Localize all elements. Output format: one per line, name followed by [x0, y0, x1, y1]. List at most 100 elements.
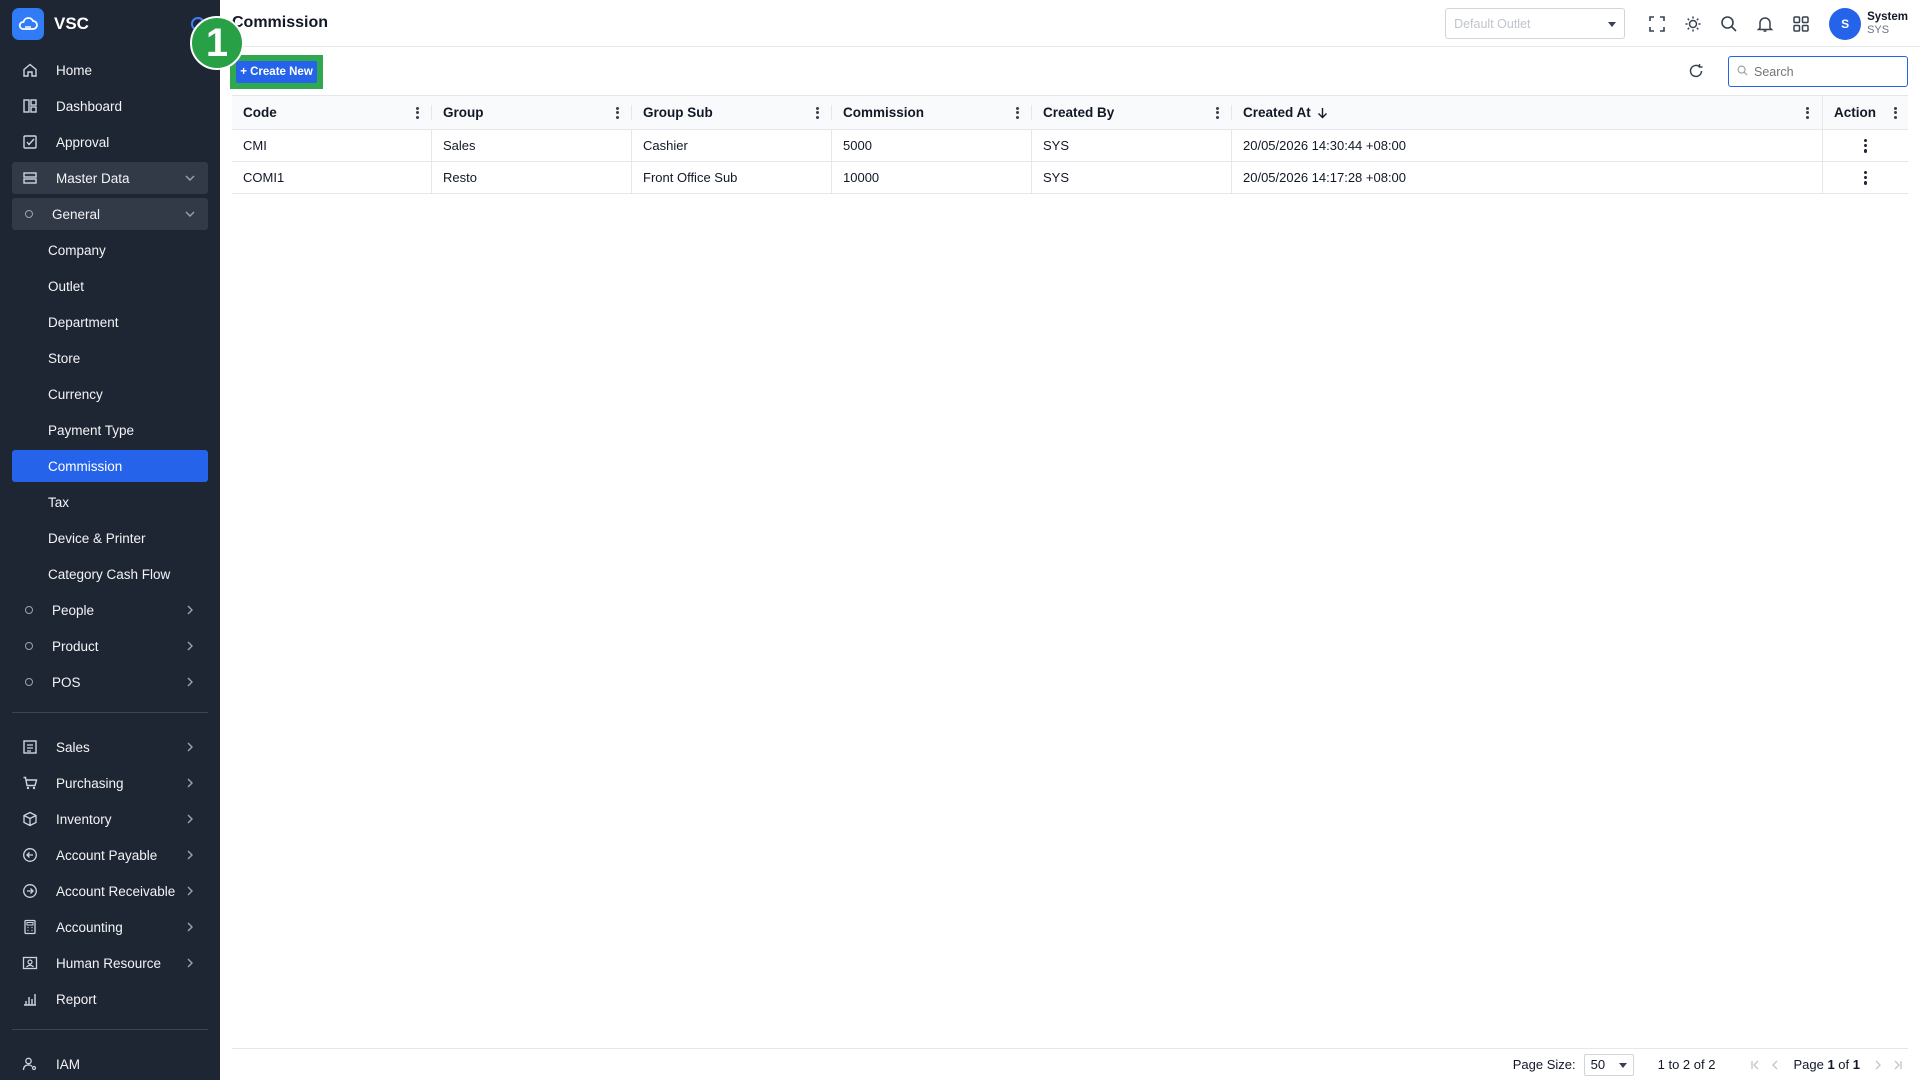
- row-actions-icon[interactable]: [1863, 170, 1868, 185]
- column-header-created-at[interactable]: Created At: [1232, 96, 1822, 129]
- bullet-icon: [25, 210, 33, 218]
- column-menu-icon[interactable]: [1894, 106, 1898, 119]
- last-page-icon[interactable]: [1888, 1060, 1908, 1070]
- cell-commission: 10000: [832, 162, 1032, 193]
- commission-table: Code Group Group Sub Commission Created …: [232, 95, 1908, 194]
- sun-icon[interactable]: [1675, 6, 1711, 42]
- column-header-code[interactable]: Code: [232, 96, 432, 129]
- page-size-select[interactable]: 50: [1583, 1053, 1634, 1076]
- next-page-icon[interactable]: [1868, 1060, 1888, 1070]
- column-header-group-sub[interactable]: Group Sub: [632, 96, 832, 129]
- sidebar-item-label: Report: [56, 991, 97, 1007]
- sidebar-item-label: Account Receivable: [56, 883, 176, 899]
- sidebar-item-sales[interactable]: Sales: [12, 731, 208, 763]
- bell-icon[interactable]: [1747, 6, 1783, 42]
- sidebar-item-category-cash-flow[interactable]: Category Cash Flow: [12, 558, 208, 590]
- sidebar-item-purchasing[interactable]: Purchasing: [12, 767, 208, 799]
- sidebar-item-label: Device & Printer: [48, 530, 146, 546]
- user-menu[interactable]: S System SYS: [1829, 7, 1908, 40]
- create-new-button[interactable]: + Create New: [236, 61, 317, 83]
- previous-page-icon[interactable]: [1765, 1060, 1785, 1070]
- cell-action: [1822, 130, 1908, 161]
- sidebar-item-payment-type[interactable]: Payment Type: [12, 414, 208, 446]
- table-row[interactable]: CMI Sales Cashier 5000 SYS 20/05/2026 14…: [232, 130, 1908, 162]
- refresh-icon[interactable]: [1684, 59, 1708, 83]
- sidebar-nav: Home Dashboard Approval Master Data Gene…: [12, 54, 208, 1080]
- id-card-icon: [20, 953, 40, 973]
- apps-grid-icon[interactable]: [1783, 6, 1819, 42]
- chevron-right-icon: [184, 812, 198, 826]
- sidebar-item-approval[interactable]: Approval: [12, 126, 208, 158]
- cell-group-sub: Front Office Sub: [632, 162, 832, 193]
- sidebar-item-account-receivable[interactable]: Account Receivable: [12, 875, 208, 907]
- column-header-commission[interactable]: Commission: [832, 96, 1032, 129]
- bar-chart-icon: [20, 989, 40, 1009]
- column-menu-icon[interactable]: [1016, 106, 1020, 119]
- sidebar-item-company[interactable]: Company: [12, 234, 208, 266]
- sidebar-item-commission[interactable]: Commission: [12, 450, 208, 482]
- cloud-logo-icon: [12, 8, 44, 40]
- sidebar-item-outlet[interactable]: Outlet: [12, 270, 208, 302]
- sidebar-item-product[interactable]: Product: [12, 630, 208, 662]
- sidebar-divider: [12, 712, 208, 713]
- sidebar-item-label: Approval: [56, 134, 110, 150]
- master-data-icon: [20, 168, 40, 188]
- box-icon: [20, 809, 40, 829]
- sidebar-item-label: Product: [52, 638, 99, 654]
- sidebar-item-label: IAM: [56, 1056, 81, 1072]
- row-actions-icon[interactable]: [1863, 138, 1868, 153]
- sidebar-item-label: Account Payable: [56, 847, 158, 863]
- column-menu-icon[interactable]: [816, 106, 820, 119]
- table-row[interactable]: COMI1 Resto Front Office Sub 10000 SYS 2…: [232, 162, 1908, 194]
- outlet-select[interactable]: Default Outlet: [1445, 8, 1626, 39]
- sidebar-item-label: Commission: [48, 458, 123, 474]
- sidebar-item-iam[interactable]: IAM: [12, 1048, 208, 1080]
- column-header-label: Code: [243, 105, 277, 120]
- home-icon: [20, 60, 40, 80]
- search-box[interactable]: [1728, 56, 1908, 87]
- column-menu-icon[interactable]: [416, 106, 420, 119]
- column-header-group[interactable]: Group: [432, 96, 632, 129]
- sidebar-item-label: Home: [56, 62, 93, 78]
- sidebar-item-department[interactable]: Department: [12, 306, 208, 338]
- sidebar-item-device-printer[interactable]: Device & Printer: [12, 522, 208, 554]
- sidebar-item-dashboard[interactable]: Dashboard: [12, 90, 208, 122]
- search-icon[interactable]: [1711, 6, 1747, 42]
- column-header-label: Group: [443, 105, 484, 120]
- sidebar-item-pos[interactable]: POS: [12, 666, 208, 698]
- sidebar-item-master-data[interactable]: Master Data: [12, 162, 208, 194]
- fullscreen-icon[interactable]: [1639, 6, 1675, 42]
- sidebar-item-human-resource[interactable]: Human Resource: [12, 947, 208, 979]
- column-header-created-by[interactable]: Created By: [1032, 96, 1232, 129]
- sidebar-item-label: Payment Type: [48, 422, 135, 438]
- column-header-label: Commission: [843, 105, 925, 120]
- column-menu-icon[interactable]: [616, 106, 620, 119]
- sidebar-item-label: Accounting: [56, 919, 123, 935]
- cell-group: Resto: [432, 162, 632, 193]
- sidebar-item-account-payable[interactable]: Account Payable: [12, 839, 208, 871]
- first-page-icon[interactable]: [1745, 1060, 1765, 1070]
- column-menu-icon[interactable]: [1806, 106, 1810, 119]
- sidebar-item-accounting[interactable]: Accounting: [12, 911, 208, 943]
- sidebar-item-people[interactable]: People: [12, 594, 208, 626]
- search-input[interactable]: [1754, 64, 1894, 79]
- sidebar-item-store[interactable]: Store: [12, 342, 208, 374]
- sidebar-item-general[interactable]: General: [12, 198, 208, 230]
- caret-down-icon: [1608, 17, 1617, 31]
- avatar: S: [1829, 7, 1862, 40]
- search-icon: [1737, 65, 1748, 79]
- create-button-highlight: + Create New: [230, 55, 323, 89]
- sidebar-item-report[interactable]: Report: [12, 983, 208, 1015]
- sidebar-item-currency[interactable]: Currency: [12, 378, 208, 410]
- column-header-action[interactable]: Action: [1822, 96, 1908, 129]
- sidebar-item-label: Store: [48, 350, 81, 366]
- sidebar-item-label: Department: [48, 314, 119, 330]
- brand[interactable]: VSC: [0, 0, 220, 48]
- sidebar-item-tax[interactable]: Tax: [12, 486, 208, 518]
- arrow-right-circle-icon: [20, 881, 40, 901]
- sort-descending-icon[interactable]: [1317, 107, 1328, 119]
- page-of: of: [1834, 1057, 1853, 1072]
- sidebar-item-inventory[interactable]: Inventory: [12, 803, 208, 835]
- sidebar-item-home[interactable]: Home: [12, 54, 208, 86]
- column-menu-icon[interactable]: [1216, 106, 1220, 119]
